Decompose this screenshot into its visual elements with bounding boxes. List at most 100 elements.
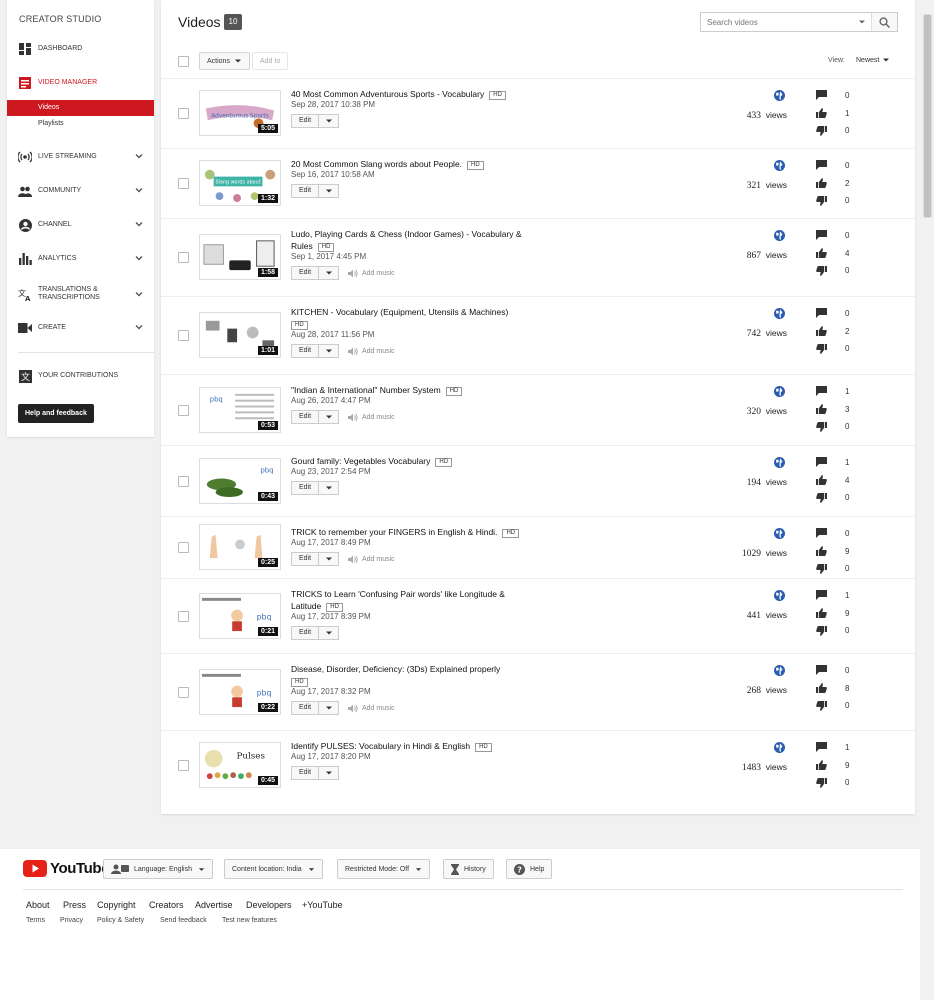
video-thumbnail[interactable]: pbq 0:22 — [199, 669, 281, 715]
page-scrollbar[interactable] — [920, 0, 934, 1000]
edit-options-dropdown[interactable] — [319, 410, 339, 424]
dislikes-stat-icon[interactable] — [816, 564, 827, 576]
video-select-checkbox[interactable] — [178, 178, 189, 189]
likes-stat-icon[interactable] — [816, 475, 827, 487]
sidebar-subitem-playlists[interactable]: Playlists — [7, 116, 154, 132]
video-thumbnail[interactable]: pbq 0:43 — [199, 458, 281, 504]
likes-stat-icon[interactable] — [816, 683, 827, 695]
video-title-link[interactable]: 20 Most Common Slang words about People. — [291, 159, 462, 169]
comments-stat-icon[interactable] — [816, 386, 827, 398]
actions-button[interactable]: Actions — [199, 52, 250, 70]
footer-link-privacy[interactable]: Privacy — [60, 917, 83, 924]
edit-button[interactable]: Edit — [291, 552, 319, 566]
edit-button[interactable]: Edit — [291, 266, 319, 280]
likes-stat-icon[interactable] — [816, 760, 827, 772]
video-thumbnail[interactable]: 1:58 — [199, 234, 281, 280]
video-title-link[interactable]: Identify PULSES: Vocabulary in Hindi & E… — [291, 741, 470, 751]
content-location-button[interactable]: Content location: India — [224, 859, 323, 879]
chevron-down-icon[interactable] — [134, 289, 144, 299]
edit-button[interactable]: Edit — [291, 114, 319, 128]
help-button[interactable]: ? Help — [506, 859, 553, 879]
help-and-feedback-button[interactable]: Help and feedback — [18, 404, 94, 423]
edit-button[interactable]: Edit — [291, 410, 319, 424]
video-title-link[interactable]: "Indian & International" Number System — [291, 385, 441, 395]
footer-link-developers[interactable]: Developers — [246, 900, 292, 910]
footer-link-about[interactable]: About — [26, 900, 50, 910]
comments-stat-icon[interactable] — [816, 528, 827, 540]
video-title-link[interactable]: TRICK to remember your FINGERS in Englis… — [291, 527, 497, 537]
edit-options-dropdown[interactable] — [319, 481, 339, 495]
sidebar-item-translations[interactable]: 文A TRANSLATIONS & TRANSCRIPTIONS — [7, 283, 154, 305]
video-select-checkbox[interactable] — [178, 252, 189, 263]
dislikes-stat-icon[interactable] — [816, 701, 827, 713]
footer-link-policy-safety[interactable]: Policy & Safety — [97, 917, 144, 924]
comments-stat-icon[interactable] — [816, 160, 827, 172]
video-title-link[interactable]: TRICKS to Learn 'Confusing Pair words' l… — [291, 589, 505, 611]
chevron-down-icon[interactable] — [134, 185, 144, 195]
video-select-checkbox[interactable] — [178, 405, 189, 416]
edit-options-dropdown[interactable] — [319, 344, 339, 358]
likes-stat-icon[interactable] — [816, 608, 827, 620]
comments-stat-icon[interactable] — [816, 742, 827, 754]
sidebar-item-community[interactable]: COMMUNITY — [7, 181, 154, 201]
dislikes-stat-icon[interactable] — [816, 196, 827, 208]
footer-link-creators[interactable]: Creators — [149, 900, 184, 910]
dislikes-stat-icon[interactable] — [816, 778, 827, 790]
add-to-button[interactable]: Add to — [252, 52, 289, 70]
edit-options-dropdown[interactable] — [319, 552, 339, 566]
video-select-checkbox[interactable] — [178, 108, 189, 119]
video-thumbnail[interactable]: pbq 0:53 — [199, 387, 281, 433]
add-music-link[interactable]: Add music — [348, 704, 395, 713]
video-thumbnail[interactable]: Slang words about 1:32 — [199, 160, 281, 206]
likes-stat-icon[interactable] — [816, 326, 827, 338]
likes-stat-icon[interactable] — [816, 248, 827, 260]
chevron-down-icon[interactable] — [134, 253, 144, 263]
edit-options-dropdown[interactable] — [319, 626, 339, 640]
footer-link-plus-youtube[interactable]: +YouTube — [302, 900, 343, 910]
edit-options-dropdown[interactable] — [319, 766, 339, 780]
edit-options-dropdown[interactable] — [319, 114, 339, 128]
search-input[interactable] — [701, 13, 851, 31]
scrollbar-thumb[interactable] — [923, 14, 932, 218]
video-thumbnail[interactable]: pbq 0:21 — [199, 593, 281, 639]
sidebar-item-your-contributions[interactable]: 文 YOUR CONTRIBUTIONS — [7, 366, 154, 386]
likes-stat-icon[interactable] — [816, 404, 827, 416]
video-title-link[interactable]: Gourd family: Vegetables Vocabulary — [291, 456, 430, 466]
dislikes-stat-icon[interactable] — [816, 626, 827, 638]
likes-stat-icon[interactable] — [816, 178, 827, 190]
search-button[interactable] — [871, 13, 897, 31]
edit-options-dropdown[interactable] — [319, 184, 339, 198]
sidebar-item-channel[interactable]: CHANNEL — [7, 215, 154, 235]
footer-link-press[interactable]: Press — [63, 900, 86, 910]
select-all-checkbox[interactable] — [178, 56, 189, 67]
youtube-logo[interactable]: YouTube — [23, 860, 110, 877]
video-select-checkbox[interactable] — [178, 330, 189, 341]
footer-link-test-new-features[interactable]: Test new features — [222, 917, 277, 924]
comments-stat-icon[interactable] — [816, 90, 827, 102]
restricted-mode-button[interactable]: Restricted Mode: Off — [337, 859, 431, 879]
likes-stat-icon[interactable] — [816, 108, 827, 120]
comments-stat-icon[interactable] — [816, 457, 827, 469]
edit-options-dropdown[interactable] — [319, 701, 339, 715]
sidebar-item-live-streaming[interactable]: LIVE STREAMING — [7, 147, 154, 167]
search-filter-dropdown-icon[interactable] — [858, 18, 866, 26]
video-select-checkbox[interactable] — [178, 760, 189, 771]
add-music-link[interactable]: Add music — [348, 269, 395, 278]
comments-stat-icon[interactable] — [816, 308, 827, 320]
sidebar-item-analytics[interactable]: ANALYTICS — [7, 249, 154, 269]
video-title-link[interactable]: Disease, Disorder, Deficiency: (3Ds) Exp… — [291, 664, 500, 674]
sidebar-item-create[interactable]: CREATE — [7, 318, 154, 338]
edit-button[interactable]: Edit — [291, 184, 319, 198]
sidebar-item-dashboard[interactable]: DASHBOARD — [7, 39, 154, 59]
footer-link-send-feedback[interactable]: Send feedback — [160, 917, 207, 924]
video-title-link[interactable]: KITCHEN - Vocabulary (Equipment, Utensil… — [291, 307, 508, 317]
footer-link-copyright[interactable]: Copyright — [97, 900, 136, 910]
comments-stat-icon[interactable] — [816, 230, 827, 242]
likes-stat-icon[interactable] — [816, 546, 827, 558]
dislikes-stat-icon[interactable] — [816, 344, 827, 356]
history-button[interactable]: History — [443, 859, 494, 879]
video-thumbnail[interactable]: Pulses 0:45 — [199, 742, 281, 788]
video-thumbnail[interactable]: Adventurous Sports 5:05 — [199, 90, 281, 136]
edit-button[interactable]: Edit — [291, 766, 319, 780]
footer-link-terms[interactable]: Terms — [26, 917, 45, 924]
